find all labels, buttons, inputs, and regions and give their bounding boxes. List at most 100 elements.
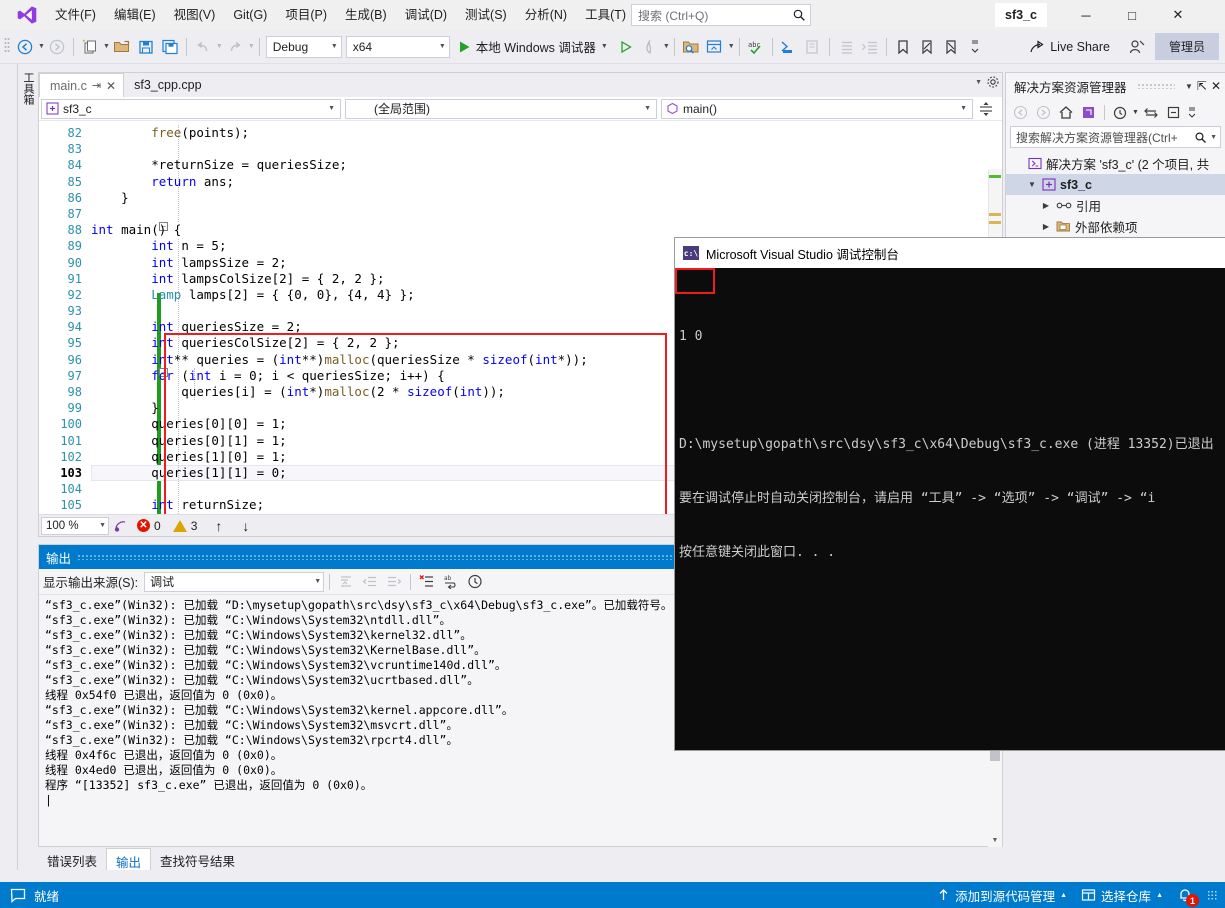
navigate-backward-button[interactable]: [14, 35, 36, 59]
bottom-tab[interactable]: 查找符号结果: [151, 848, 244, 870]
search-input[interactable]: 搜索 (Ctrl+Q): [631, 4, 811, 26]
toggle-word-wrap-icon[interactable]: ab: [440, 571, 462, 593]
comment-selection-icon[interactable]: [778, 35, 800, 59]
error-count-indicator[interactable]: ✕ 0: [133, 519, 165, 533]
new-project-dropdown-icon[interactable]: ▼: [103, 43, 110, 50]
sync-with-editor-icon[interactable]: [1140, 101, 1162, 123]
next-bookmark-icon[interactable]: [940, 35, 962, 59]
next-issue-icon[interactable]: ↓: [236, 518, 255, 534]
toggle-bookmark-icon[interactable]: [892, 35, 914, 59]
resize-grip[interactable]: [1207, 890, 1217, 900]
back-dropdown-icon[interactable]: ▼: [38, 43, 45, 50]
hot-reload-icon[interactable]: [639, 35, 661, 59]
navigate-back-icon[interactable]: [1009, 101, 1031, 123]
toggle-timestamps-icon[interactable]: [464, 571, 486, 593]
output-source-dropdown[interactable]: 调试 ▼: [144, 571, 325, 592]
search-in-files-icon[interactable]: [680, 35, 702, 59]
menu-file[interactable]: 文件(F): [46, 1, 105, 29]
menu-git[interactable]: Git(G): [224, 1, 276, 29]
solution-search-input[interactable]: 搜索解决方案资源管理器(Ctrl+ ▼: [1010, 126, 1221, 148]
navigate-forward-button[interactable]: [46, 35, 68, 59]
switch-views-icon[interactable]: [1078, 101, 1100, 123]
save-icon[interactable]: [135, 35, 157, 59]
toolbar-overflow-icon[interactable]: [964, 35, 986, 59]
split-view-icon[interactable]: [979, 101, 993, 117]
increase-indent-icon[interactable]: [859, 35, 881, 59]
panel-menu-icon[interactable]: ▼: [1185, 82, 1193, 91]
tree-item[interactable]: ▼ sf3_c: [1006, 174, 1225, 195]
select-repository-button[interactable]: 选择仓库 ▲: [1081, 886, 1163, 905]
previous-issue-icon[interactable]: ↑: [205, 518, 232, 534]
chevron-down-icon[interactable]: ▼: [1132, 109, 1139, 116]
collapse-all-icon[interactable]: [1163, 101, 1185, 123]
start-debugging-button[interactable]: 本地 Windows 调试器 ▼: [452, 35, 614, 59]
go-to-next-icon[interactable]: [383, 571, 405, 593]
toolbar-overflow-icon[interactable]: [1186, 101, 1198, 123]
find-message-icon[interactable]: [335, 571, 357, 593]
menu-test[interactable]: 测试(S): [456, 1, 516, 29]
scroll-down-icon[interactable]: ▼: [988, 833, 1002, 847]
menu-analyze[interactable]: 分析(N): [516, 1, 576, 29]
warning-count-indicator[interactable]: 3: [169, 519, 202, 533]
clear-all-icon[interactable]: [416, 571, 438, 593]
toolbar-grip[interactable]: [4, 37, 13, 57]
undo-icon[interactable]: [192, 35, 214, 59]
undo-dropdown-icon[interactable]: ▼: [216, 43, 223, 50]
bottom-tab[interactable]: 输出: [106, 848, 152, 870]
member-dropdown[interactable]: main() ▼: [661, 98, 973, 119]
minimize-button[interactable]: ─: [1063, 0, 1109, 30]
send-feedback-icon[interactable]: [1126, 35, 1148, 59]
navigate-forward-icon[interactable]: [1032, 101, 1054, 123]
sidebar-item-toolbox[interactable]: 工具箱: [18, 64, 38, 113]
decrease-indent-icon[interactable]: [835, 35, 857, 59]
expander-icon[interactable]: ▶: [1040, 201, 1052, 210]
tree-item[interactable]: 解决方案 'sf3_c' (2 个项目, 共: [1006, 153, 1225, 174]
menu-build[interactable]: 生成(B): [336, 1, 396, 29]
scope-dropdown[interactable]: (全局范围) ▼: [345, 98, 657, 119]
menu-view[interactable]: 视图(V): [165, 1, 225, 29]
previous-bookmark-icon[interactable]: [916, 35, 938, 59]
start-without-debugging-icon[interactable]: [615, 35, 637, 59]
expander-icon[interactable]: ▼: [1026, 180, 1038, 189]
open-file-icon[interactable]: [111, 35, 133, 59]
home-icon[interactable]: [1055, 101, 1077, 123]
tree-item[interactable]: ▶ 外部依赖项: [1006, 216, 1225, 237]
project-dropdown[interactable]: sf3_c ▼: [41, 98, 341, 119]
platform-dropdown[interactable]: x64 ▼: [345, 35, 450, 58]
tree-item[interactable]: ▶ 引用: [1006, 195, 1225, 216]
bottom-tab[interactable]: 错误列表: [38, 848, 106, 870]
uncomment-selection-icon[interactable]: [802, 35, 824, 59]
close-icon[interactable]: ✕: [1211, 79, 1221, 93]
redo-icon[interactable]: [224, 35, 246, 59]
close-button[interactable]: ✕: [1155, 0, 1201, 30]
pin-icon[interactable]: ⇥: [92, 79, 101, 92]
hot-reload-dropdown-icon[interactable]: ▼: [663, 43, 670, 50]
run-dropdown-icon[interactable]: ▼: [601, 43, 608, 50]
notifications-button[interactable]: 1: [1177, 887, 1199, 907]
menu-edit[interactable]: 编辑(E): [105, 1, 165, 29]
spell-check-icon[interactable]: abc: [745, 35, 767, 59]
maximize-button[interactable]: □: [1109, 0, 1155, 30]
configuration-dropdown[interactable]: Debug ▼: [265, 35, 342, 58]
panel-grip[interactable]: [1136, 83, 1175, 89]
go-to-previous-icon[interactable]: [359, 571, 381, 593]
tab-main-c[interactable]: main.c ⇥ ✕: [39, 73, 125, 97]
tab-settings-icon[interactable]: [986, 75, 1000, 89]
layout-dropdown-icon[interactable]: ▼: [728, 43, 735, 50]
zoom-level-dropdown[interactable]: 100 % ▼: [41, 516, 109, 535]
tab-list-dropdown-icon[interactable]: ▼: [975, 79, 982, 86]
debug-console-window[interactable]: c:\ Microsoft Visual Studio 调试控制台 1 0 D:…: [675, 238, 1225, 750]
new-project-icon[interactable]: [79, 35, 101, 59]
search-options-icon[interactable]: ▼: [1207, 134, 1217, 141]
expander-icon[interactable]: ▶: [1040, 222, 1052, 231]
redo-dropdown-icon[interactable]: ▼: [248, 43, 255, 50]
add-to-source-control-button[interactable]: 添加到源代码管理 ▲: [937, 886, 1067, 905]
pending-changes-icon[interactable]: [1109, 101, 1131, 123]
menu-tools[interactable]: 工具(T): [576, 1, 635, 29]
menu-debug[interactable]: 调试(D): [396, 1, 456, 29]
tab-sf3-cpp[interactable]: sf3_cpp.cpp: [124, 73, 209, 97]
menu-project[interactable]: 项目(P): [276, 1, 336, 29]
live-share-button[interactable]: Live Share: [1023, 35, 1116, 59]
close-icon[interactable]: ✕: [106, 79, 116, 93]
pin-icon[interactable]: ⇱: [1197, 79, 1207, 93]
